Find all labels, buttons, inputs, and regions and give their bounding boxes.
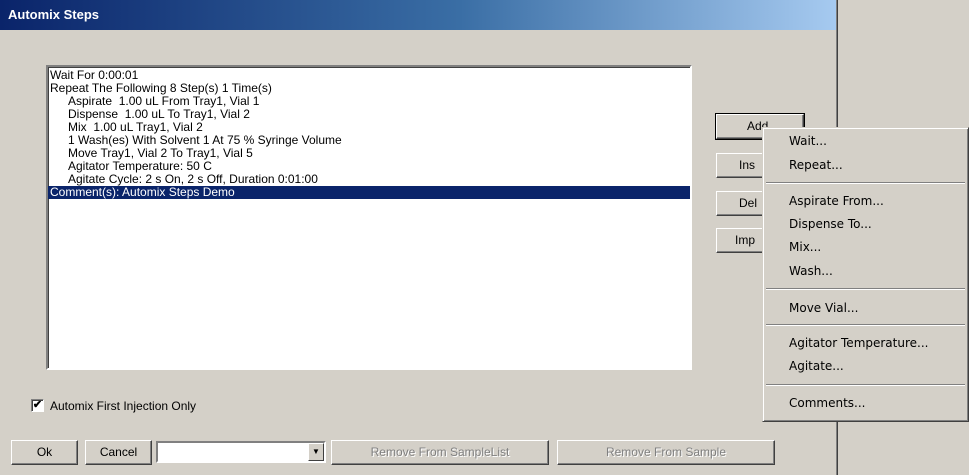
menu-separator — [766, 182, 965, 184]
first-injection-checkbox[interactable]: ✔ — [31, 399, 44, 412]
list-item-selected[interactable]: Comment(s): Automix Steps Demo — [48, 186, 690, 199]
remove-from-sample-button: Remove From Sample — [557, 440, 775, 465]
ok-button[interactable]: Ok — [11, 440, 78, 465]
menu-item-agitator-temperature[interactable]: Agitator Temperature... — [789, 336, 928, 350]
menu-item-agitate[interactable]: Agitate... — [789, 359, 844, 373]
menu-separator — [766, 324, 965, 326]
steps-list[interactable]: Wait For 0:00:01 Repeat The Following 8 … — [46, 65, 692, 370]
add-step-context-menu: Wait... Repeat... Aspirate From... Dispe… — [762, 127, 969, 422]
menu-separator — [766, 384, 965, 386]
menu-item-mix[interactable]: Mix... — [789, 240, 821, 254]
menu-item-dispense[interactable]: Dispense To... — [789, 217, 872, 231]
menu-item-wash[interactable]: Wash... — [789, 264, 833, 278]
remove-from-samplelist-button: Remove From SampleList — [331, 440, 549, 465]
sample-combo[interactable]: ▼ — [156, 441, 326, 463]
menu-item-comments[interactable]: Comments... — [789, 396, 866, 410]
dialog-title: Automix Steps — [8, 7, 100, 22]
menu-item-repeat[interactable]: Repeat... — [789, 158, 843, 172]
cancel-button[interactable]: Cancel — [85, 440, 152, 465]
menu-item-wait[interactable]: Wait... — [789, 134, 827, 148]
menu-item-move-vial[interactable]: Move Vial... — [789, 301, 858, 315]
title-bar[interactable]: Automix Steps — [0, 0, 836, 30]
chevron-down-icon[interactable]: ▼ — [308, 443, 324, 461]
menu-separator — [766, 288, 965, 290]
menu-item-aspirate[interactable]: Aspirate From... — [789, 194, 884, 208]
automix-steps-dialog: Automix Steps Wait For 0:00:01 Repeat Th… — [0, 0, 838, 475]
first-injection-label: Automix First Injection Only — [50, 399, 197, 413]
